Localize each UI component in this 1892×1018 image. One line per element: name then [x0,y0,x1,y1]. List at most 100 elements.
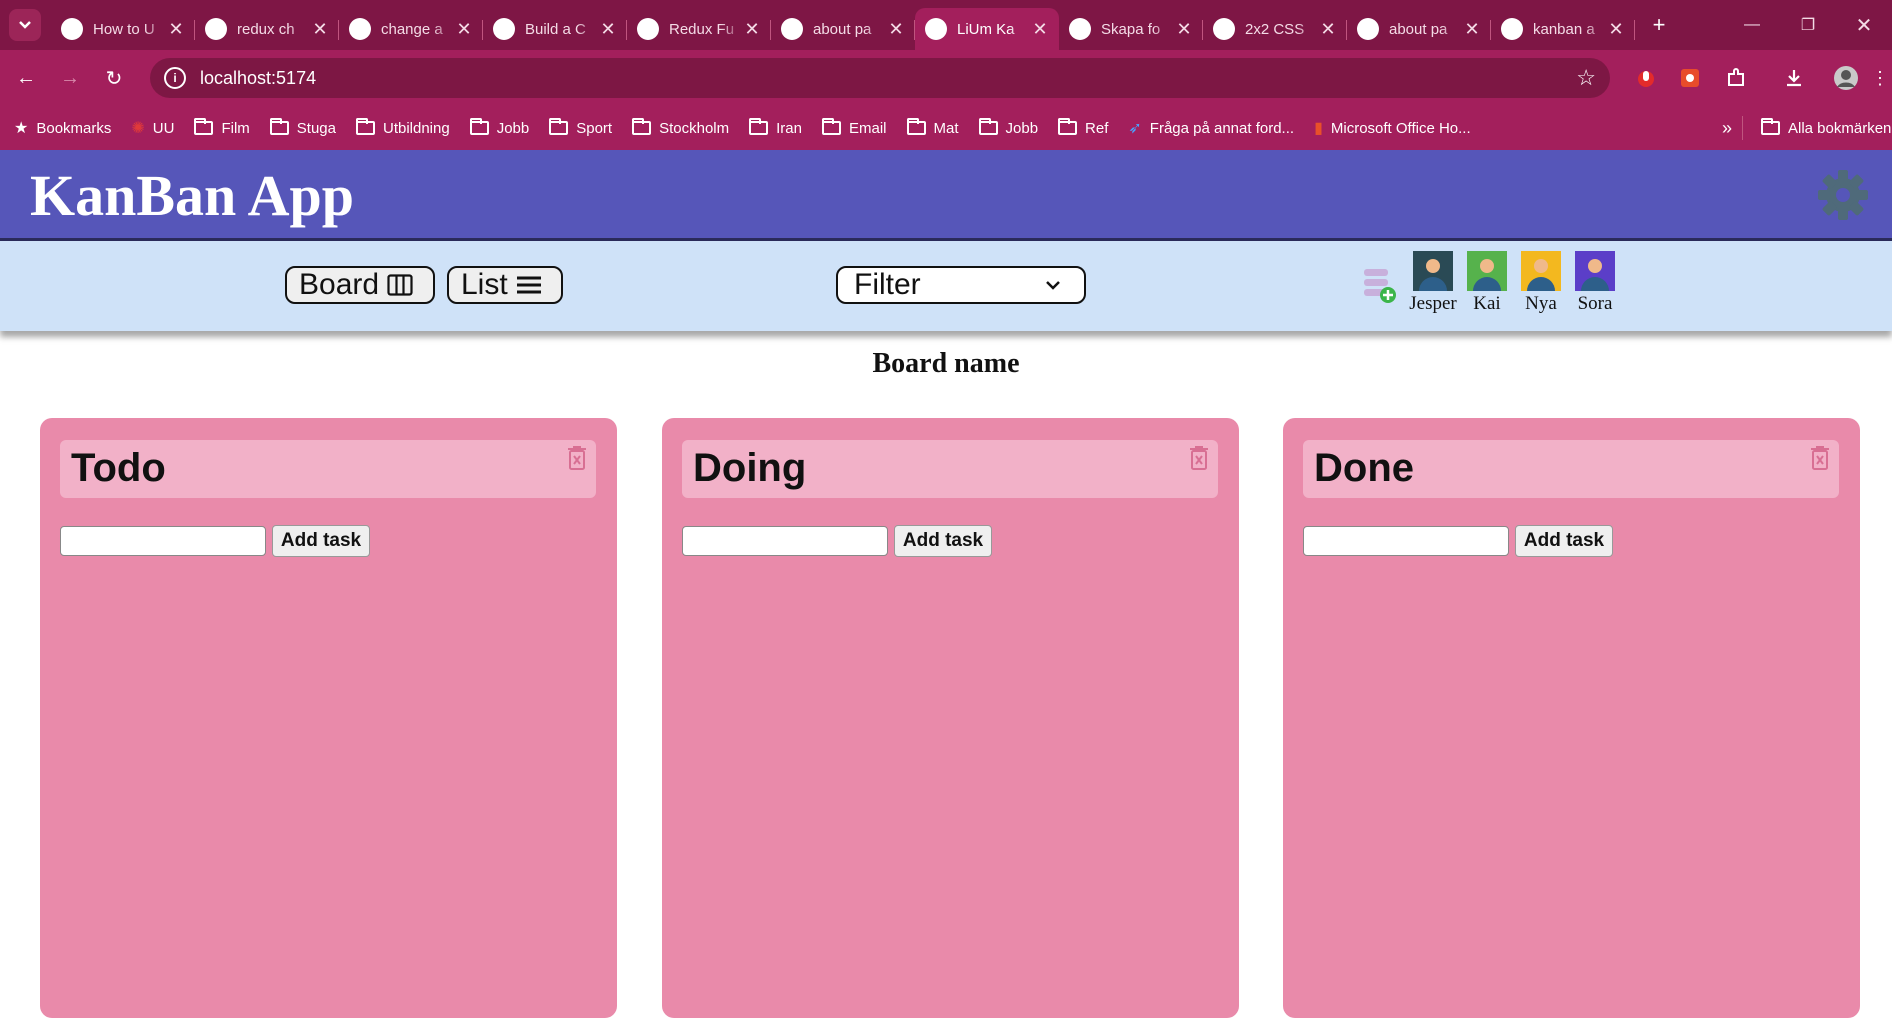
browser-tab[interactable]: 2x2 CSS ✕ [1203,8,1347,50]
bookmark-item[interactable]: Jobb [469,118,530,137]
browser-tab[interactable]: Skapa fo ✕ [1059,8,1203,50]
site-info-icon[interactable]: i [164,67,186,89]
delete-column-icon[interactable] [1188,444,1210,472]
restore-icon[interactable]: ❐ [1780,15,1836,35]
bookmark-label: Email [848,119,887,137]
column-title: Todo [71,446,166,490]
column-header: Done [1303,440,1839,498]
close-tab-icon[interactable]: ✕ [599,19,617,40]
column-done: Done Add task [1283,418,1860,1018]
address-bar[interactable]: i localhost:5174 ☆ [150,58,1610,98]
bookmark-label: Jobb [496,119,530,137]
bookmark-item[interactable]: ▮ Microsoft Office Ho... [1314,118,1471,138]
app-header: KanBan App [0,150,1892,241]
column-header: Todo [60,440,596,498]
bookmark-item[interactable]: ➶ Fråga på annat ford... [1128,118,1294,138]
gear-icon[interactable] [1816,168,1870,222]
menu-icon[interactable]: ⋮ [1866,64,1892,92]
google-icon [205,18,227,40]
user-sora[interactable]: Sora [1568,251,1622,315]
google-icon [781,18,803,40]
browser-tab[interactable]: Redux Fu ✕ [627,8,771,50]
extension-puzzle-red-icon[interactable] [1676,64,1704,92]
user-jesper[interactable]: Jesper [1406,251,1460,315]
bookmark-star-icon[interactable]: ☆ [1576,65,1596,91]
new-tab-button[interactable]: + [1643,12,1675,38]
browser-tab[interactable]: kanban a ✕ [1491,8,1635,50]
folder-icon [469,118,489,135]
bookmark-item[interactable]: Sport [549,118,612,137]
bookmarks-bar: ★ Bookmarks ✺ UU Film Stuga Utbildning Jobb Spor… [0,106,1892,150]
filter-select[interactable]: Filter [836,266,1086,304]
browser-tab[interactable]: How to U ✕ [51,8,195,50]
tab-search-button[interactable] [9,9,41,41]
browser-tab[interactable]: LiUm Ka ✕ [915,8,1059,50]
reload-button[interactable]: ↻ [96,60,132,96]
add-user-button[interactable] [1362,265,1396,309]
close-tab-icon[interactable]: ✕ [743,19,761,40]
board-view-button[interactable]: Board [285,266,435,304]
forward-button[interactable]: → [52,60,88,96]
back-button[interactable]: ← [8,60,44,96]
bookmark-label: Mat [933,119,959,137]
minimize-icon[interactable]: — [1724,16,1780,34]
close-window-icon[interactable]: ✕ [1836,13,1892,38]
close-tab-icon[interactable]: ✕ [1607,19,1625,40]
add-task-button[interactable]: Add task [894,525,992,557]
add-task-button[interactable]: Add task [1515,525,1613,557]
profile-avatar[interactable] [1832,64,1860,92]
tab-title: kanban a [1533,20,1595,38]
bookmark-item[interactable]: Film [194,118,250,137]
columns-icon [387,274,413,296]
close-tab-icon[interactable]: ✕ [1319,19,1337,40]
folder-icon [1761,118,1780,135]
user-nya[interactable]: Nya [1514,251,1568,315]
close-tab-icon[interactable]: ✕ [1031,19,1049,40]
column-title: Done [1314,446,1414,490]
close-tab-icon[interactable]: ✕ [311,19,329,40]
browser-tab[interactable]: about pa ✕ [771,8,915,50]
extensions-icon[interactable] [1722,64,1750,92]
close-tab-icon[interactable]: ✕ [455,19,473,40]
bookmark-item[interactable]: Stockholm [632,118,729,137]
bookmark-item[interactable]: Mat [906,118,959,137]
google-icon [1501,18,1523,40]
close-tab-icon[interactable]: ✕ [167,19,185,40]
browser-tab[interactable]: redux ch ✕ [195,8,339,50]
bookmark-item[interactable]: Iran [749,118,802,137]
skapa-icon [1069,18,1091,40]
task-input[interactable] [682,526,888,556]
list-view-button[interactable]: List [447,266,563,304]
bookmark-label: Stuga [296,119,336,137]
download-icon[interactable] [1780,64,1808,92]
delete-column-icon[interactable] [1809,444,1831,472]
task-input[interactable] [1303,526,1509,556]
chevron-down-icon [1046,281,1060,290]
all-bookmarks[interactable]: Alla bokmärken [1742,116,1892,140]
folder-icon [269,118,289,135]
bookmark-item[interactable]: Utbildning [355,118,450,137]
bookmark-item[interactable]: ✺ UU [131,118,174,138]
close-tab-icon[interactable]: ✕ [887,19,905,40]
list-icon [516,276,541,294]
task-input[interactable] [60,526,266,556]
user-name: Jesper [1409,293,1457,314]
bookmark-item[interactable]: Stuga [269,118,336,137]
bookmark-item[interactable]: Jobb [978,118,1038,137]
github-icon [1357,18,1379,40]
tab-title: Build a C [525,20,586,38]
delete-column-icon[interactable] [566,444,588,472]
more-bookmarks-icon[interactable]: » [1722,118,1732,139]
user-kai[interactable]: Kai [1460,251,1514,315]
browser-tab[interactable]: Build a C ✕ [483,8,627,50]
chevron-down-icon [19,21,31,29]
add-task-button[interactable]: Add task [272,525,370,557]
close-tab-icon[interactable]: ✕ [1175,19,1193,40]
bookmark-item[interactable]: Email [821,118,887,137]
extension-hand-icon[interactable] [1632,64,1660,92]
bookmark-item[interactable]: ★ Bookmarks [14,118,111,138]
close-tab-icon[interactable]: ✕ [1463,19,1481,40]
bookmark-item[interactable]: Ref [1058,118,1108,137]
browser-tab[interactable]: about pa ✕ [1347,8,1491,50]
browser-tab[interactable]: change a ✕ [339,8,483,50]
